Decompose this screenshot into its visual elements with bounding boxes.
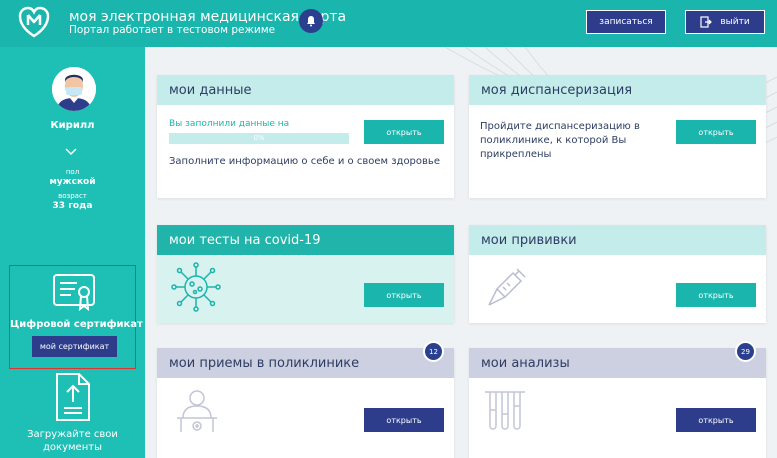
upload-line-1: Загружайте свои bbox=[27, 429, 118, 440]
upload-document-icon[interactable] bbox=[52, 372, 92, 422]
dispensary-line-1: Пройдите диспансеризацию в bbox=[480, 121, 640, 132]
progress-value: 0% bbox=[253, 134, 265, 142]
analyses-title: мои анализы bbox=[469, 348, 766, 378]
progress-label: Вы заполнили данные на bbox=[169, 119, 290, 129]
open-appointments-button[interactable]: открыть bbox=[364, 408, 444, 432]
vaccinations-title: мои прививки bbox=[469, 225, 766, 255]
open-my-data-button[interactable]: открыть bbox=[364, 120, 444, 144]
sidebar: Кирилл пол мужской возраст 33 года Цифро… bbox=[0, 47, 145, 458]
gender-value: мужской bbox=[49, 177, 96, 187]
covid-tests-title: мои тесты на covid-19 bbox=[157, 225, 454, 255]
my-data-title: мои данные bbox=[157, 75, 454, 105]
exit-label: выйти bbox=[720, 17, 750, 27]
app-subtitle: Портал работает в тестовом режиме bbox=[69, 24, 276, 36]
syringe-icon bbox=[488, 268, 526, 306]
open-dispensary-button[interactable]: открыть bbox=[676, 120, 756, 144]
dispensary-line-2: поликлинике, к которой Вы bbox=[480, 135, 627, 146]
analyses-count-badge: 29 bbox=[735, 341, 756, 362]
test-tubes-icon bbox=[485, 391, 525, 430]
dispensary-card: моя диспансеризация Пройдите диспансериз… bbox=[469, 75, 766, 198]
certificate-title: Цифровой сертификат bbox=[10, 319, 143, 330]
chevron-down-icon[interactable] bbox=[64, 147, 78, 157]
open-covid-tests-button[interactable]: открыть bbox=[364, 283, 444, 307]
user-name: Кирилл bbox=[50, 120, 95, 131]
clinic-appointments-card: мои приемы в поликлинике открыть bbox=[157, 348, 454, 458]
dispensary-text: Пройдите диспансеризацию в поликлинике, … bbox=[480, 120, 640, 162]
notifications-button[interactable] bbox=[299, 9, 323, 33]
age-label: возраст bbox=[58, 192, 87, 200]
bell-icon bbox=[307, 16, 315, 27]
dispensary-line-3: прикреплены bbox=[480, 149, 552, 160]
dispensary-title: моя диспансеризация bbox=[469, 75, 766, 105]
virus-icon bbox=[171, 262, 221, 312]
doctor-icon bbox=[177, 390, 217, 432]
logout-icon bbox=[700, 16, 713, 28]
top-header: моя электронная медицинская карта Портал… bbox=[0, 0, 777, 47]
analyses-card: мои анализы открыть bbox=[469, 348, 766, 458]
book-appointment-button[interactable]: записаться bbox=[586, 10, 666, 34]
my-data-description: Заполните информацию о себе и о своем зд… bbox=[169, 156, 440, 167]
covid-tests-card: мои тесты на covid-19 открыть bbox=[157, 225, 454, 323]
upload-line-2: документы bbox=[43, 442, 102, 453]
exit-button[interactable]: выйти bbox=[685, 10, 765, 34]
logo-icon[interactable] bbox=[17, 5, 51, 39]
gender-label: пол bbox=[65, 168, 80, 176]
digital-certificate-panel: Цифровой сертификат мой сертификат bbox=[9, 265, 143, 369]
profile-progress-bar: 0% bbox=[169, 133, 349, 144]
age-value: 33 года bbox=[52, 201, 93, 211]
my-data-card: мои данные Вы заполнили данные на 0% Зап… bbox=[157, 75, 454, 198]
my-certificate-button[interactable]: мой сертификат bbox=[32, 336, 117, 357]
open-analyses-button[interactable]: открыть bbox=[676, 408, 756, 432]
user-avatar-icon bbox=[52, 67, 96, 111]
upload-documents-link[interactable]: Загружайте свои документы bbox=[0, 428, 145, 454]
open-vaccinations-button[interactable]: открыть bbox=[676, 283, 756, 307]
clinic-appointments-title: мои приемы в поликлинике bbox=[157, 348, 454, 378]
vaccinations-card: мои прививки открыть bbox=[469, 225, 766, 323]
avatar bbox=[52, 67, 96, 111]
certificate-icon bbox=[53, 274, 95, 312]
appointments-count-badge: 12 bbox=[423, 341, 444, 362]
